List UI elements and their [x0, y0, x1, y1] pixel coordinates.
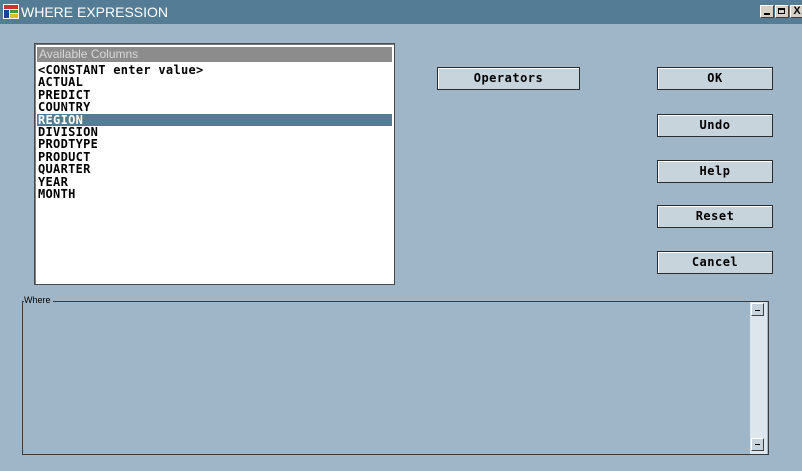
maximize-icon[interactable] — [775, 5, 789, 18]
ok-button[interactable]: OK — [657, 67, 773, 90]
available-columns-listbox[interactable]: Available Columns <CONSTANT enter value>… — [34, 43, 395, 285]
window-controls: X — [759, 5, 802, 18]
close-icon[interactable]: X — [790, 5, 802, 18]
help-button[interactable]: Help — [657, 160, 773, 183]
scroll-up-icon[interactable] — [751, 303, 764, 316]
available-columns-header: Available Columns — [37, 47, 392, 62]
scroll-down-icon[interactable] — [751, 438, 764, 451]
column-item-actual[interactable]: ACTUAL — [37, 76, 392, 88]
column-item-month[interactable]: MONTH — [37, 188, 392, 200]
title-bar[interactable]: WHERE EXPRESSION X — [0, 0, 802, 24]
sas-app-icon — [3, 4, 19, 19]
where-label: Where — [24, 295, 53, 305]
column-item-country[interactable]: COUNTRY — [37, 101, 392, 113]
column-item-quarter[interactable]: QUARTER — [37, 163, 392, 175]
reset-button[interactable]: Reset — [657, 205, 773, 228]
cancel-button[interactable]: Cancel — [657, 251, 773, 274]
column-list[interactable]: <CONSTANT enter value> ACTUAL PREDICT CO… — [37, 64, 392, 200]
column-item-prodtype[interactable]: PRODTYPE — [37, 138, 392, 150]
column-item-constant[interactable]: <CONSTANT enter value> — [37, 64, 392, 76]
column-item-year[interactable]: YEAR — [37, 175, 392, 188]
window-title: WHERE EXPRESSION — [21, 4, 169, 20]
undo-button[interactable]: Undo — [657, 114, 773, 137]
minimize-icon[interactable] — [760, 5, 774, 18]
operators-button[interactable]: Operators — [437, 67, 580, 90]
where-groupbox — [22, 301, 769, 455]
where-expression-window: WHERE EXPRESSION X Available Columns <CO… — [0, 0, 802, 471]
where-expression-field[interactable] — [23, 302, 751, 454]
where-scrollbar[interactable] — [750, 302, 767, 454]
